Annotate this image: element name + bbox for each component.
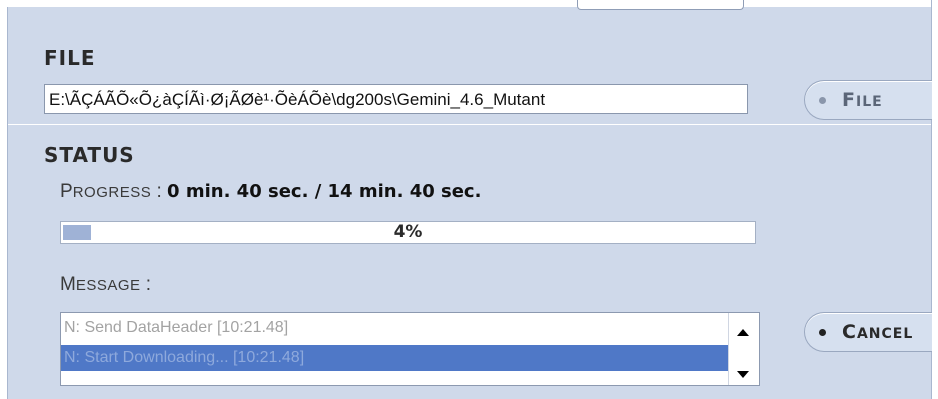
status-section-title: STATUS [44, 143, 135, 167]
top-tab-label: none [708, 0, 743, 2]
file-section-title: FILE [44, 46, 96, 70]
progress-time-value: 0 min. 40 sec. / 14 min. 40 sec. [167, 181, 482, 202]
section-divider [8, 124, 931, 125]
message-list[interactable]: N: Send DataHeader [10:21.48] N: Start D… [60, 312, 760, 386]
cancel-button-label: CANCEL [842, 321, 914, 343]
progress-percent: 4% [393, 222, 423, 242]
list-item[interactable]: N: Send DataHeader [10:21.48] [61, 315, 729, 341]
bullet-dot-icon [819, 96, 826, 104]
scroll-down-arrow-icon[interactable] [737, 371, 749, 378]
left-window-edge [0, 7, 8, 399]
file-button[interactable]: FILE [804, 80, 932, 120]
file-path-field[interactable]: E:\ÃÇÁÃÕ«Õ¿àÇÍÃì·Ø¡ÃØè¹·ÕèÁÕè\dg200s\Gem… [44, 84, 748, 114]
top-tab[interactable]: none [577, 0, 744, 10]
cancel-button[interactable]: CANCEL [804, 312, 932, 352]
progress-label: PROGRESS : [60, 181, 162, 202]
top-edge [0, 0, 938, 7]
scroll-up-arrow-icon[interactable] [737, 329, 749, 336]
right-window-edge [931, 0, 938, 399]
message-label: MESSAGE : [60, 274, 152, 295]
list-item-selected[interactable]: N: Start Downloading... [10:21.48] [61, 345, 729, 371]
bullet-dot-icon [819, 328, 826, 336]
file-button-label: FILE [842, 89, 883, 111]
progress-bar: 4% [60, 221, 756, 244]
message-list-scrollbar[interactable] [728, 313, 759, 385]
progress-row: PROGRESS : 0 min. 40 sec. / 14 min. 40 s… [60, 181, 481, 203]
